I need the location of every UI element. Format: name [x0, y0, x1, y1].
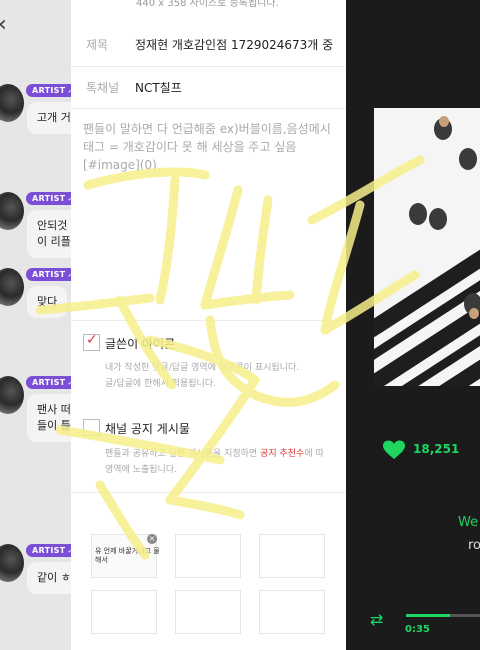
divider [71, 320, 346, 321]
attachment-slot[interactable] [175, 534, 241, 578]
chat-bubble: 안되것 이 리플 [27, 210, 75, 258]
checkmark-icon: ✓ [86, 332, 98, 348]
artist-badge: ARTIST✓ [26, 376, 75, 389]
artist-badge: ARTIST✓ [26, 84, 75, 97]
chat-panel: ‹ ARTIST✓ 고개 거 ARTIST✓ 안되것 이 리플 ARTIST✓ … [0, 0, 75, 650]
notice-highlight: 공지 추천수 [260, 449, 305, 459]
channel-value[interactable]: NCT칠프 [135, 79, 182, 96]
chat-bubble: 팬사 떠 들이 틀 [27, 394, 75, 442]
content-textarea[interactable]: 팬들이 말하면 다 언급해줌 ex)버블이름,음성메시 태그 = 개호감이다 못… [83, 120, 346, 174]
repeat-icon[interactable]: ⇄ [370, 610, 383, 629]
artist-badge: ARTIST✓ [26, 192, 75, 205]
title-input[interactable]: 정재현 개호감인점 1729024673개 중 [135, 36, 333, 53]
chat-bubble: 고개 거 [27, 102, 75, 134]
artist-badge: ARTIST✓ [26, 268, 75, 281]
channel-label: 톡채널 [86, 81, 120, 95]
lyric-line-next: ro [468, 538, 480, 553]
like-count: 18,251 [413, 442, 460, 456]
attachment-slot[interactable] [259, 590, 325, 634]
progress-fill [406, 614, 450, 617]
description-line: 글/답글에 한해서 적용됩니다. [105, 379, 216, 389]
image-size-notice: 440 x 358 사이즈로 등록됩니다. [136, 0, 279, 9]
author-icon-label: 글쓴이 아이콘 [105, 337, 176, 351]
content-line: 팬들이 말하면 다 언급해줌 ex)버블이름,음성메시 [83, 122, 331, 136]
attachment-slot[interactable] [259, 534, 325, 578]
author-icon-checkbox[interactable]: ✓ [83, 332, 100, 351]
artist-badge: ARTIST✓ [26, 544, 75, 557]
attachment-slot[interactable] [175, 590, 241, 634]
author-icon-description: 내가 작성한 댓글/답글 영역에 아이콘이 표시됩니다. 글/답글에 한해서 적… [105, 360, 346, 392]
attachment-slot[interactable]: 유 언제 바꿀거냐고 물 해서 ✕ [91, 534, 160, 578]
cover-figure [459, 148, 477, 170]
music-player: 18,251 We ro ⇄ 0:35 [346, 0, 480, 650]
avatar[interactable] [0, 192, 24, 230]
heart-icon[interactable] [382, 440, 406, 460]
title-label: 제목 [86, 38, 109, 52]
avatar[interactable] [0, 544, 24, 582]
cover-figure [409, 203, 427, 225]
channel-notice-description: 팬들과 공유하고 싶은 게시물을 지정하면 공지 추천수에 따 영역에 노출됩니… [105, 446, 346, 478]
divider [71, 492, 346, 493]
content-line: [#image](0) [83, 158, 157, 172]
avatar[interactable] [0, 84, 24, 122]
chat-bubble: 같이 ㅎ [27, 562, 75, 594]
chevron-left-icon[interactable]: ‹ [0, 12, 7, 37]
album-cover[interactable] [374, 108, 480, 386]
avatar[interactable] [0, 268, 24, 306]
title-row[interactable]: 제목 정재현 개호감인점 1729024673개 중 [71, 20, 346, 67]
remove-attachment-icon[interactable]: ✕ [147, 534, 157, 544]
progress-bar[interactable] [406, 614, 480, 617]
description-line: 팬들과 공유하고 싶은 게시물을 지정하면 공지 추천수에 따 [105, 449, 324, 459]
avatar[interactable] [0, 376, 24, 414]
post-form: 440 x 358 사이즈로 등록됩니다. 제목 정재현 개호감인점 17290… [71, 0, 346, 650]
lyric-line-current: We [458, 515, 479, 530]
channel-notice-label: 채널 공지 게시물 [105, 422, 190, 436]
cover-figure [439, 116, 449, 127]
description-line: 영역에 노출됩니다. [105, 465, 177, 475]
channel-row[interactable]: 톡채널 NCT칠프 [71, 66, 346, 109]
channel-notice-checkbox[interactable] [83, 419, 100, 436]
elapsed-time: 0:35 [405, 624, 430, 635]
cover-figure [469, 308, 479, 319]
description-line: 내가 작성한 댓글/답글 영역에 아이콘이 표시됩니다. [105, 363, 300, 373]
chat-bubble: 맞다 [27, 286, 68, 318]
attachment-slot[interactable] [91, 590, 157, 634]
attachment-preview-text: 유 언제 바꿀거냐고 물 해서 [95, 547, 160, 564]
content-line: 태그 = 개호감이다 못 해 세상을 주고 싶음 [83, 140, 297, 154]
cover-figure [429, 208, 447, 230]
